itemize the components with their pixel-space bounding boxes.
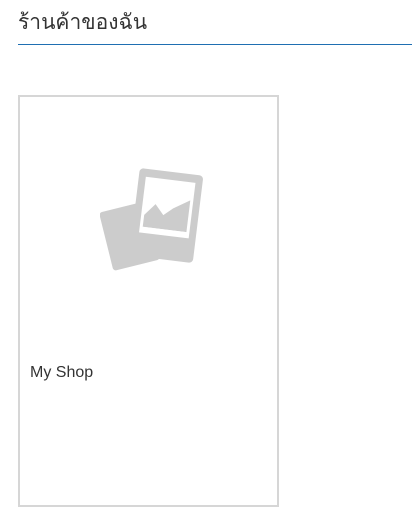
image-placeholder-icon	[100, 168, 203, 271]
page-title: ร้านค้าของฉัน	[18, 10, 148, 34]
title-divider	[18, 44, 412, 45]
my-shops-page: ร้านค้าของฉัน My Shop	[0, 0, 412, 526]
shop-name[interactable]: My Shop	[30, 363, 93, 383]
shop-card[interactable]: My Shop	[18, 95, 279, 507]
